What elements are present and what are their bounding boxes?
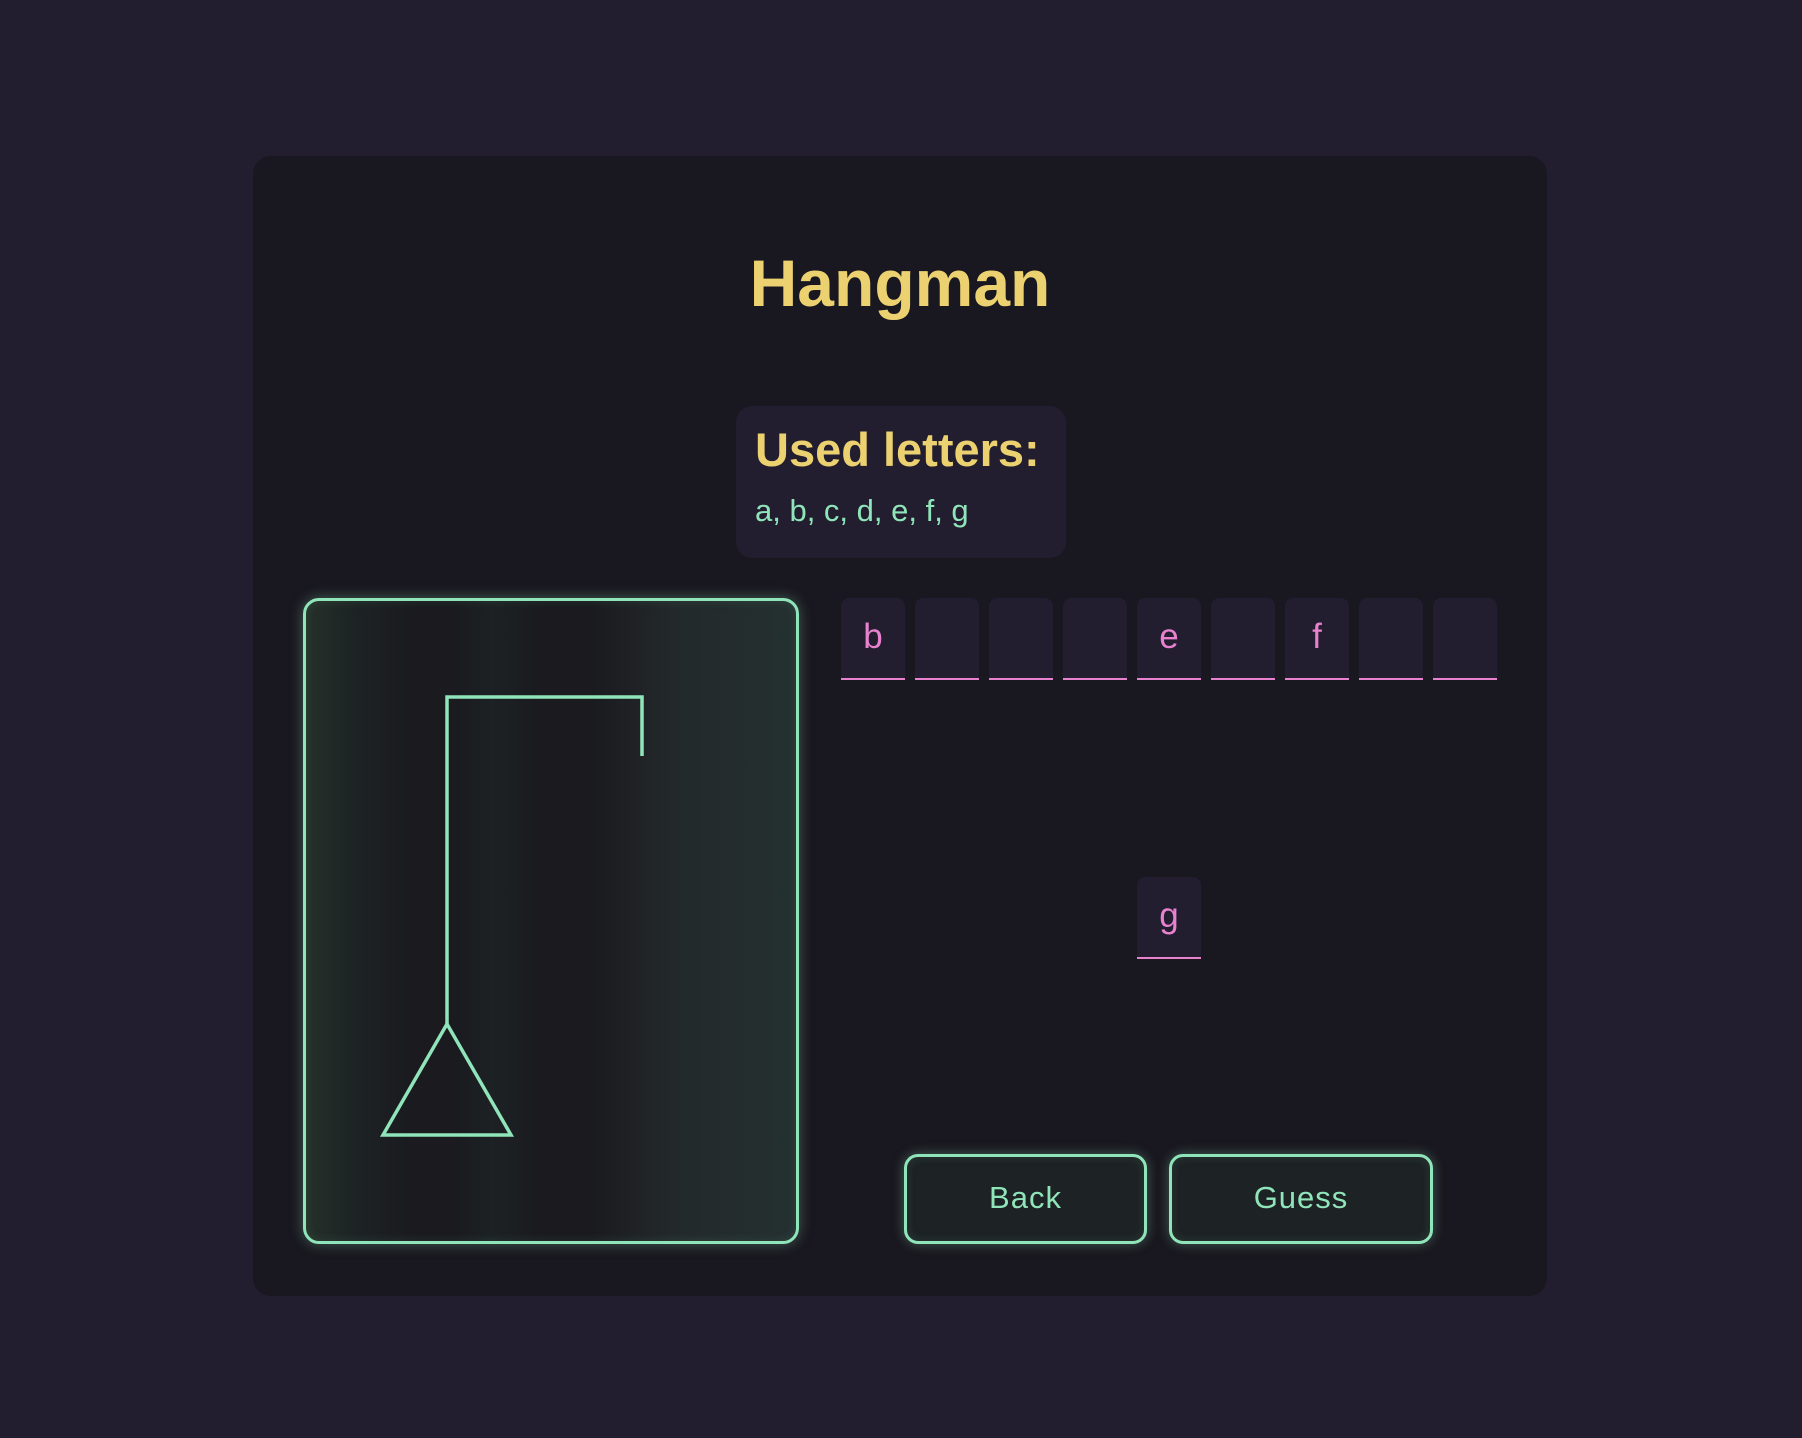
gallows-drawing	[379, 695, 644, 1137]
gallows-beam	[445, 695, 644, 1024]
letter-slot	[915, 598, 979, 680]
letter-slot	[1359, 598, 1423, 680]
back-button[interactable]: Back	[904, 1154, 1147, 1244]
word-slots: b e f	[841, 598, 1498, 680]
letter-slot: b	[841, 598, 905, 680]
letter-slot	[1433, 598, 1497, 680]
wrong-guess-slot: g	[1137, 877, 1201, 959]
letter-slot	[989, 598, 1053, 680]
game-card: Hangman Used letters: a, b, c, d, e, f, …	[253, 156, 1547, 1296]
used-letters-list: a, b, c, d, e, f, g	[755, 493, 969, 528]
letter-slot	[1211, 598, 1275, 680]
used-letters-panel: Used letters: a, b, c, d, e, f, g	[736, 406, 1066, 558]
page-title: Hangman	[749, 246, 1051, 320]
gallows-base	[379, 1020, 515, 1137]
used-letters-title: Used letters:	[755, 423, 1040, 476]
letter-slot: e	[1137, 598, 1201, 680]
letter-slot	[1063, 598, 1127, 680]
letter-slot: f	[1285, 598, 1349, 680]
hangman-drawing-panel	[303, 598, 799, 1244]
guess-button[interactable]: Guess	[1169, 1154, 1433, 1244]
